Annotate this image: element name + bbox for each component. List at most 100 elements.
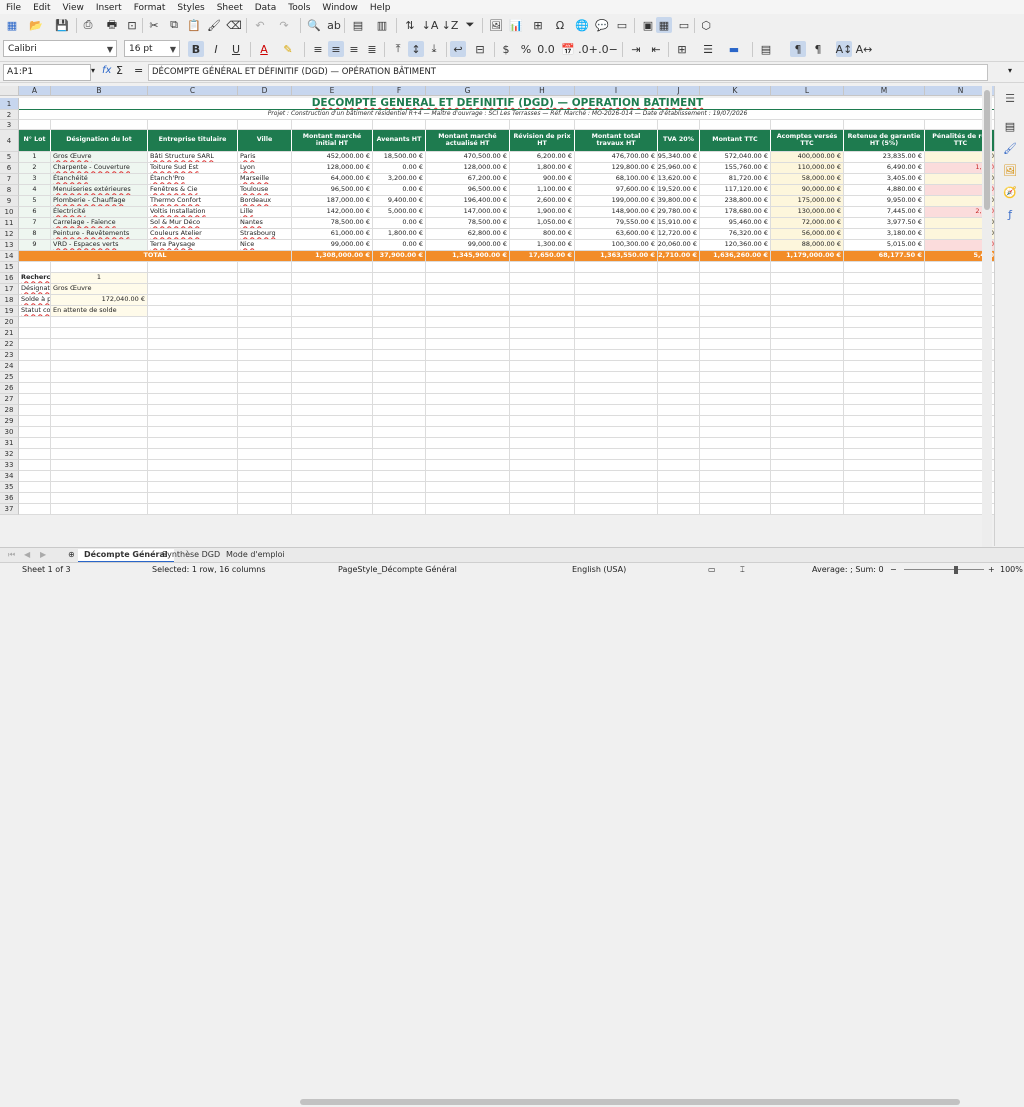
table-cell[interactable]: 96,500.00 €	[292, 185, 373, 196]
lot-name-cell[interactable]: VRD - Espaces verts	[51, 240, 148, 251]
column-icon[interactable]: ▥	[374, 17, 390, 33]
grid-cell[interactable]	[844, 471, 925, 482]
table-cell[interactable]: 97,600.00 €	[575, 185, 658, 196]
grid-cell[interactable]	[426, 383, 510, 394]
borders-icon[interactable]: ⊞	[674, 41, 690, 57]
grid-cell[interactable]	[426, 120, 510, 130]
row-header-17[interactable]: 17	[0, 284, 19, 295]
grid-cell[interactable]	[292, 339, 373, 350]
table-cell[interactable]: 4,880.00 €	[844, 185, 925, 196]
table-cell[interactable]: 29,780.00 €	[658, 207, 700, 218]
grid-cell[interactable]	[373, 427, 426, 438]
row-header-18[interactable]: 18	[0, 295, 19, 306]
table-cell[interactable]: 62,800.00 €	[426, 229, 510, 240]
grid-cell[interactable]	[238, 471, 292, 482]
conditional-format-icon[interactable]: ▤	[758, 41, 774, 57]
column-title-m[interactable]: Retenue de garantie HT (5%)	[844, 130, 925, 152]
table-cell[interactable]: 5,015.00 €	[844, 240, 925, 251]
grid-cell[interactable]	[19, 438, 51, 449]
table-cell[interactable]: 470,500.00 €	[426, 152, 510, 163]
grid-cell[interactable]	[51, 120, 148, 130]
grid-cell[interactable]	[771, 339, 844, 350]
grid-cell[interactable]	[373, 328, 426, 339]
column-header-b[interactable]: B	[51, 86, 148, 96]
grid-cell[interactable]	[292, 306, 373, 317]
currency-format-icon[interactable]: $	[498, 41, 514, 57]
grid-cell[interactable]	[19, 504, 51, 515]
grid-cell[interactable]	[575, 504, 658, 515]
menu-styles[interactable]: Styles	[171, 1, 210, 15]
grid-cell[interactable]	[700, 416, 771, 427]
grid-cell[interactable]	[19, 405, 51, 416]
grid-cell[interactable]	[51, 449, 148, 460]
function-wizard-icon[interactable]: fx	[102, 65, 111, 76]
grid-cell[interactable]	[373, 350, 426, 361]
styles-icon[interactable]: 🖌	[1003, 142, 1017, 156]
table-cell[interactable]: 1,800.00 €	[510, 163, 575, 174]
formula-input[interactable]: DÉCOMPTE GÉNÉRAL ET DÉFINITIF (DGD) — OP…	[148, 64, 988, 81]
grid-cell[interactable]	[771, 438, 844, 449]
grid-cell[interactable]	[373, 449, 426, 460]
grid-cell[interactable]	[575, 493, 658, 504]
grid-cell[interactable]	[292, 328, 373, 339]
row-header-10[interactable]: 10	[0, 207, 19, 218]
grid-cell[interactable]	[700, 493, 771, 504]
grid-cell[interactable]	[148, 262, 238, 273]
column-header-d[interactable]: D	[238, 86, 292, 96]
row-header-34[interactable]: 34	[0, 471, 19, 482]
row-header-21[interactable]: 21	[0, 328, 19, 339]
grid-cell[interactable]	[373, 306, 426, 317]
table-cell[interactable]: 1,900.00 €	[510, 207, 575, 218]
grid-cell[interactable]	[238, 120, 292, 130]
grid-cell[interactable]	[771, 504, 844, 515]
table-cell[interactable]: 2	[19, 163, 51, 174]
table-cell[interactable]: 900.00 €	[510, 174, 575, 185]
grid-cell[interactable]	[771, 482, 844, 493]
table-cell[interactable]: 175,000.00 €	[771, 196, 844, 207]
delete-decimal-icon[interactable]: .0−	[598, 41, 618, 57]
grid-cell[interactable]	[238, 449, 292, 460]
table-cell[interactable]: 39,800.00 €	[658, 196, 700, 207]
table-cell[interactable]: 3,977.50 €	[844, 218, 925, 229]
table-cell[interactable]: 129,800.00 €	[575, 163, 658, 174]
table-cell[interactable]: 6,200.00 €	[510, 152, 575, 163]
add-decimal-icon[interactable]: .0+	[578, 41, 598, 57]
grid-cell[interactable]	[426, 471, 510, 482]
column-header-g[interactable]: G	[426, 86, 510, 96]
grid-cell[interactable]	[844, 383, 925, 394]
grid-cell[interactable]	[373, 361, 426, 372]
define-print-area-icon[interactable]: ▣	[640, 17, 656, 33]
grid-cell[interactable]	[19, 449, 51, 460]
select-all-corner[interactable]	[0, 86, 19, 96]
align-left-icon[interactable]: ≡	[310, 41, 326, 57]
clear-format-icon[interactable]: ⌫	[226, 17, 242, 33]
grid-cell[interactable]	[771, 328, 844, 339]
grid-cell[interactable]	[658, 372, 700, 383]
grid-cell[interactable]	[426, 262, 510, 273]
grid-cell[interactable]	[844, 295, 925, 306]
grid-cell[interactable]	[575, 350, 658, 361]
zoom-out-icon[interactable]: −	[890, 565, 897, 574]
column-header-h[interactable]: H	[510, 86, 575, 96]
grid-cell[interactable]	[292, 449, 373, 460]
grid-cell[interactable]	[51, 262, 148, 273]
table-cell[interactable]: 67,200.00 €	[426, 174, 510, 185]
row-header-8[interactable]: 8	[0, 185, 19, 196]
clone-formatting-icon[interactable]: 🖌	[206, 17, 222, 33]
grid-cell[interactable]	[575, 383, 658, 394]
contractor-cell[interactable]: Toiture Sud Est	[148, 163, 238, 174]
grid-cell[interactable]	[771, 427, 844, 438]
table-cell[interactable]: 3	[19, 174, 51, 185]
grid-cell[interactable]	[844, 120, 925, 130]
grid-cell[interactable]	[238, 306, 292, 317]
expand-formula-icon[interactable]: ▾	[1008, 66, 1012, 75]
table-cell[interactable]: 6	[19, 207, 51, 218]
total-value[interactable]: 1,363,550.00 €	[575, 251, 658, 262]
column-title-i[interactable]: Montant total travaux HT	[575, 130, 658, 152]
grid-cell[interactable]	[658, 262, 700, 273]
table-cell[interactable]: 0.00 €	[373, 185, 426, 196]
grid-cell[interactable]	[658, 120, 700, 130]
column-header-e[interactable]: E	[292, 86, 373, 96]
grid-cell[interactable]	[575, 471, 658, 482]
grid-cell[interactable]	[426, 328, 510, 339]
